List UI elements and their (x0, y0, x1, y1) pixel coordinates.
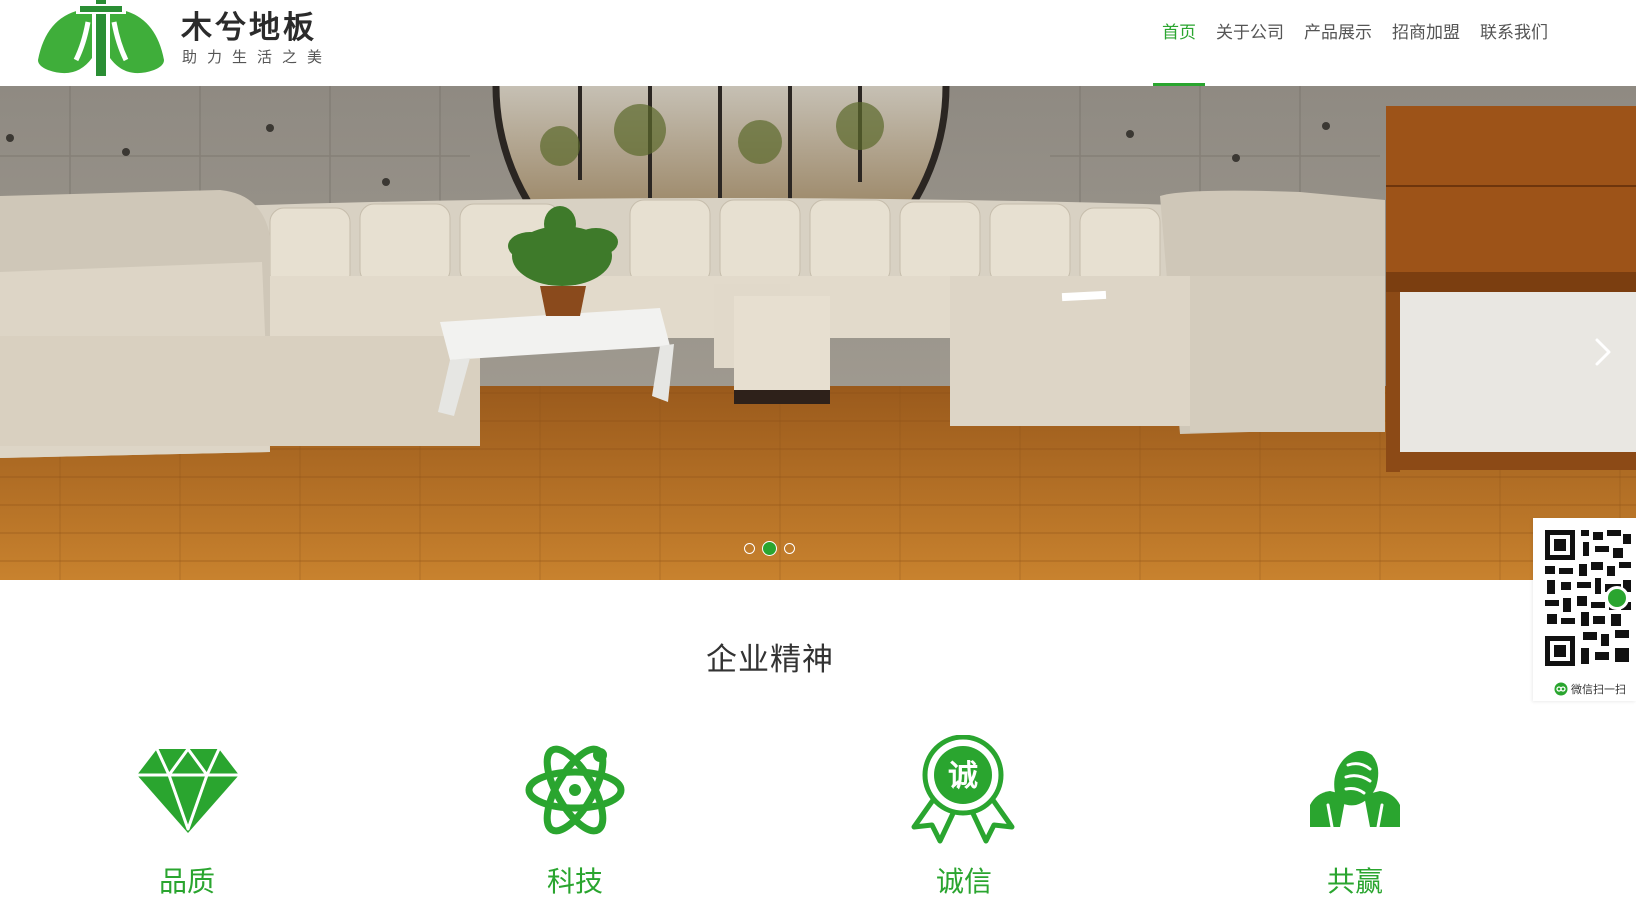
handshake-icon (1310, 750, 1400, 829)
carousel-dot-1[interactable] (744, 543, 755, 554)
value-label-quality: 品质 (158, 865, 215, 898)
brand-slogan: 助力生活之美 (182, 48, 333, 66)
nav-item-about[interactable]: 关于公司 (1206, 0, 1294, 86)
carousel-dot-3[interactable] (784, 543, 795, 554)
nav-item-franchise[interactable]: 招商加盟 (1382, 0, 1470, 86)
nav-item-products[interactable]: 产品展示 (1294, 0, 1382, 86)
brand-name: 木兮地板 (181, 10, 317, 46)
award-badge-text: 诚 (948, 759, 978, 794)
brand-logo-icon[interactable] (36, 0, 166, 76)
qr-caption: 微信扫一扫 (1554, 681, 1626, 697)
qr-caption-text: 微信扫一扫 (1571, 683, 1626, 696)
site-header: 木兮地板 助力生活之美 首页 关于公司 产品展示 招商加盟 联系我们 (0, 0, 1636, 86)
diamond-icon (137, 747, 239, 833)
section-title: 企业精神 (706, 642, 834, 678)
value-label-technology: 科技 (546, 865, 603, 898)
carousel-pagination (744, 541, 795, 556)
qr-code-icon (1545, 530, 1631, 666)
hero-slide-image (0, 86, 1636, 580)
value-label-win-win: 共赢 (1326, 865, 1383, 898)
atom-icon (525, 745, 625, 835)
value-label-integrity: 诚信 (935, 865, 992, 898)
chevron-right-icon[interactable] (1590, 332, 1616, 372)
nav-item-contact[interactable]: 联系我们 (1470, 0, 1558, 86)
nav-item-home[interactable]: 首页 (1152, 0, 1206, 86)
hero-carousel[interactable] (0, 86, 1636, 580)
wechat-qr-widget: 微信扫一扫 (1533, 518, 1636, 701)
main-nav: 首页 关于公司 产品展示 招商加盟 联系我们 (1152, 0, 1558, 86)
wechat-mini-icon (1554, 682, 1568, 696)
award-ribbon-icon: 诚 (911, 735, 1015, 844)
carousel-dot-2[interactable] (762, 541, 777, 556)
